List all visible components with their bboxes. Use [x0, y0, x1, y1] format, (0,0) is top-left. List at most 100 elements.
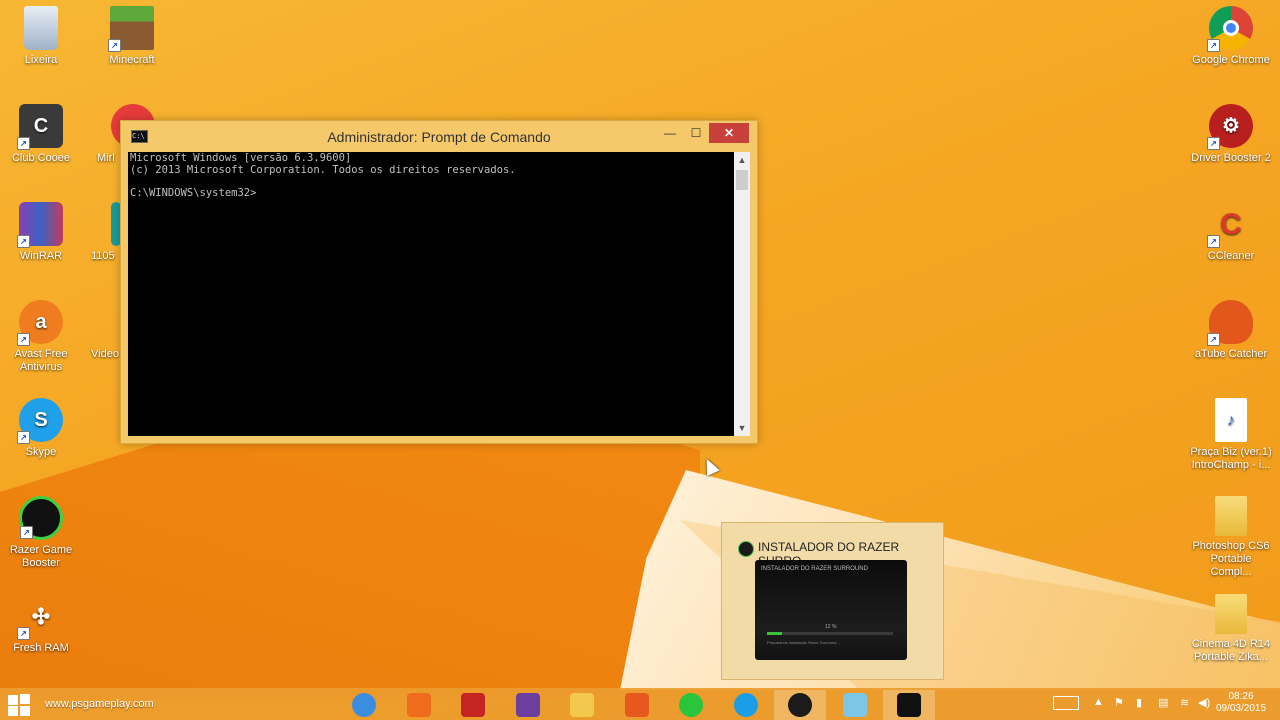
desktop-icon-ccleaner[interactable]: C ↗ CCleaner [1190, 202, 1272, 263]
preview-percent: 12 % [825, 624, 837, 630]
taskbar-chrome-button[interactable] [338, 690, 390, 720]
chrome-icon [352, 693, 376, 717]
razer-icon: ↗ [19, 496, 63, 540]
clock-time: 08:26 [1228, 691, 1254, 702]
desktop-icon-avast[interactable]: a ↗ Avast Free Antivirus [0, 300, 82, 374]
atube-catcher-icon [624, 693, 649, 717]
keyboard-icon[interactable] [1053, 696, 1079, 710]
ccleaner-icon: C ↗ [1207, 202, 1253, 248]
desktop-icon-cinema4d-folder[interactable]: Cinema 4D R14 Portable Zika... [1190, 594, 1272, 664]
desktop-icon-driver-booster[interactable]: ⚙ ↗ Driver Booster 2 [1190, 104, 1272, 165]
taskbar-media-player-button[interactable] [393, 690, 445, 720]
driver-booster-icon [461, 693, 485, 717]
skype-icon [733, 693, 758, 717]
taskbar-skype-button[interactable] [720, 690, 772, 720]
preview-message: Preparando instalação Razer Surround... [767, 640, 840, 645]
desktop-icon-label: Cinema 4D R14 Portable Zika... [1191, 638, 1271, 663]
taskbar-razer-game-booster-button[interactable] [665, 690, 717, 720]
system-clock[interactable]: 08:26 09/03/2015 [1215, 691, 1267, 715]
winrar-icon: ↗ [17, 202, 63, 248]
desktop-icon-fresh-ram[interactable]: ✣ ↗ Fresh RAM [0, 594, 82, 655]
recycle-bin-icon [24, 6, 58, 50]
show-hidden-icons-icon[interactable]: ▲ [1093, 696, 1104, 708]
razer-surround-icon [738, 541, 754, 557]
wifi-icon[interactable]: ≋ [1180, 696, 1189, 709]
minecraft-icon: ↗ [108, 6, 154, 52]
desktop-icon-winrar[interactable]: ↗ WinRAR [0, 202, 82, 263]
folder-icon [1215, 496, 1247, 536]
taskbar-driver-booster-button[interactable] [447, 690, 499, 720]
desktop-icon-label: Fresh RAM [13, 642, 69, 654]
taskbar-winrar-button[interactable] [502, 690, 554, 720]
desktop-icon-label: Lixeira [24, 54, 58, 66]
close-button[interactable]: ✕ [709, 123, 749, 143]
desktop-icon-label: Google Chrome [1192, 54, 1270, 66]
minimize-button[interactable]: — [656, 123, 684, 143]
console-output[interactable]: Microsoft Windows [versão 6.3.9600] (c) 2… [128, 152, 734, 436]
progress-bar [767, 632, 893, 635]
taskbar-atube-catcher-button[interactable] [611, 690, 663, 720]
taskbar-command-prompt-button[interactable] [883, 690, 935, 720]
driver-booster-icon: ⚙ ↗ [1207, 104, 1253, 150]
taskbar-thumbnail[interactable]: INSTALADOR DO RAZER SURRO... INSTALADOR … [721, 522, 944, 680]
chrome-icon: ↗ [1207, 6, 1253, 52]
desktop-icon-atube[interactable]: ↗ aTube Catcher [1190, 300, 1272, 361]
taskbar-file-explorer-button[interactable] [556, 690, 608, 720]
desktop-icon-label: WinRAR [19, 250, 63, 262]
desktop-icon-label: aTube Catcher [1194, 348, 1268, 360]
volume-icon[interactable]: ◀) [1198, 696, 1210, 709]
command-prompt-icon [897, 693, 921, 717]
generic-app-icon [842, 693, 867, 717]
scrollbar-thumb[interactable] [736, 170, 748, 190]
desktop-icon-label: Photoshop CS6 Portable Compl... [1192, 540, 1270, 578]
scroll-down-arrow-icon[interactable]: ▼ [734, 420, 750, 436]
vertical-scrollbar[interactable]: ▲ ▼ [734, 152, 750, 436]
desktop-icon-label: Praça Biz (ver.1) IntroChamp - i... [1190, 446, 1272, 471]
desktop-icon-label: Skype [25, 446, 57, 458]
desktop-icon-label: Avast Free Antivirus [14, 348, 68, 373]
avast-icon: a ↗ [17, 300, 63, 346]
desktop-icon-chrome[interactable]: ↗ Google Chrome [1190, 6, 1272, 67]
atube-icon: ↗ [1207, 300, 1253, 346]
thumbnail-preview[interactable]: INSTALADOR DO RAZER SURROUND 12 % Prepar… [755, 560, 907, 660]
desktop-icon-label: Driver Booster 2 [1191, 152, 1271, 164]
desktop-icon-lixeira[interactable]: Lixeira [0, 6, 82, 67]
razer-game-booster-icon [679, 693, 703, 717]
console-prompt: C:\WINDOWS\system32> [130, 186, 257, 199]
desktop-icon-minecraft[interactable]: ↗ Minecraft [91, 6, 173, 67]
desktop-icon-skype[interactable]: S ↗ Skype [0, 398, 82, 459]
desktop-icon-club-cooee[interactable]: C ↗ Club Cooee [0, 104, 82, 165]
progress-fill [767, 632, 783, 635]
razer-surround-icon [788, 693, 812, 717]
console-line: (c) 2013 Microsoft Corporation. Todos os… [130, 163, 516, 176]
preview-header: INSTALADOR DO RAZER SURROUND [761, 566, 868, 572]
cmd-window[interactable]: C:\ Administrador: Prompt de Comando — ☐… [120, 120, 758, 444]
desktop-icon-audio-file[interactable]: ♪ Praça Biz (ver.1) IntroChamp - i... [1190, 398, 1272, 472]
network-icon[interactable]: ▤ [1158, 696, 1168, 709]
desktop-icon-label: Minecraft [109, 54, 155, 66]
start-button[interactable] [8, 694, 30, 716]
taskbar-razer-surround-button[interactable] [774, 690, 826, 720]
maximize-button[interactable]: ☐ [682, 123, 710, 143]
scroll-up-arrow-icon[interactable]: ▲ [734, 152, 750, 168]
media-player-icon [406, 693, 431, 717]
file-explorer-icon [570, 693, 594, 717]
power-icon[interactable]: ▮ [1136, 696, 1142, 709]
desktop-icon-label: CCleaner [1207, 250, 1255, 262]
folder-icon [1215, 594, 1247, 634]
watermark-text: www.psgameplay.com [45, 698, 154, 710]
mouse-cursor-icon [700, 455, 720, 477]
cmd-titlebar[interactable]: C:\ Administrador: Prompt de Comando — ☐… [121, 121, 757, 151]
taskbar-generic-app-button[interactable] [829, 690, 881, 720]
skype-icon: S ↗ [17, 398, 63, 444]
club-cooee-icon: C ↗ [17, 104, 63, 150]
desktop-icon-razer[interactable]: ↗ Razer Game Booster [0, 496, 82, 570]
winrar-icon [515, 693, 540, 717]
desktop-icon-label: Club Cooee [11, 152, 71, 164]
console-line: Microsoft Windows [versão 6.3.9600] [130, 152, 352, 164]
action-center-icon[interactable]: ⚑ [1114, 696, 1124, 709]
desktop-icon-photoshop-folder[interactable]: Photoshop CS6 Portable Compl... [1190, 496, 1272, 579]
fresh-ram-icon: ✣ ↗ [17, 594, 63, 640]
desktop-icon-label: Razer Game Booster [9, 544, 73, 569]
